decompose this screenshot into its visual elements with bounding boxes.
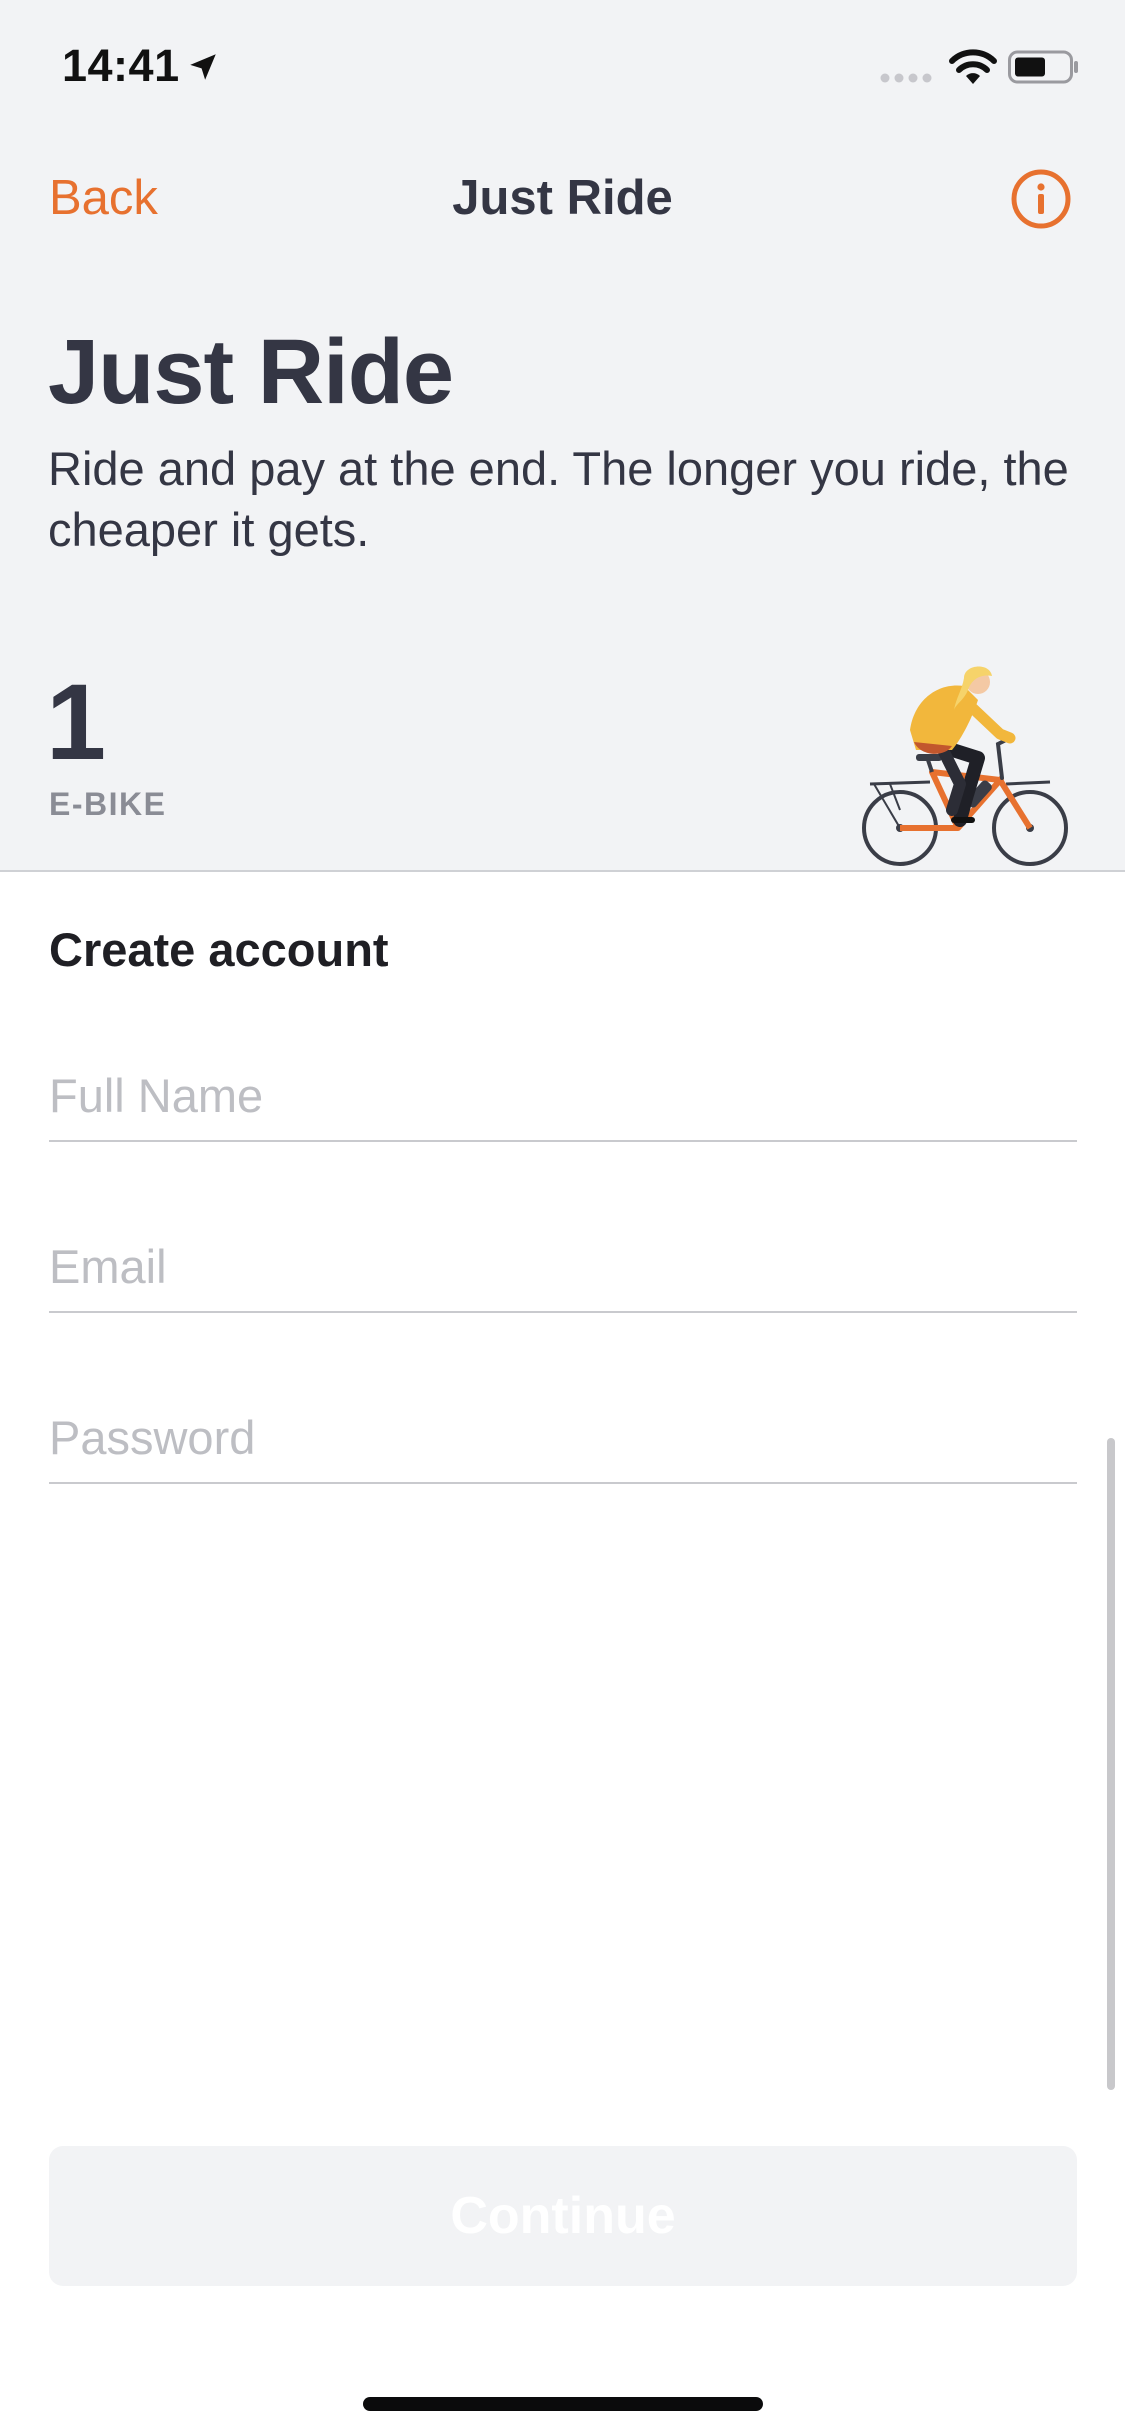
password-input[interactable] <box>49 1392 1077 1482</box>
cellular-signal-icon <box>880 73 932 83</box>
vehicle-count: 1 <box>46 661 107 782</box>
wifi-icon <box>949 49 997 84</box>
header-panel: 14:41 Just Ride Back Just Ride Ride and … <box>0 0 1125 872</box>
home-indicator <box>363 2397 763 2411</box>
password-field <box>49 1392 1077 1484</box>
nav-title: Just Ride <box>452 171 673 225</box>
back-button[interactable]: Back <box>49 170 158 226</box>
continue-button[interactable]: Continue <box>49 2146 1077 2286</box>
battery-icon <box>1008 50 1078 84</box>
screen: 14:41 Just Ride Back Just Ride Ride and … <box>0 0 1125 2436</box>
status-time: 14:41 <box>62 40 180 91</box>
full-name-input[interactable] <box>49 1050 1077 1140</box>
create-account-title: Create account <box>49 923 389 976</box>
vehicle-type-label: E-BIKE <box>49 786 167 822</box>
email-input[interactable] <box>49 1221 1077 1311</box>
location-arrow-icon <box>190 54 216 80</box>
page-subtitle: Ride and pay at the end. The longer you … <box>48 442 1069 556</box>
page-title: Just Ride <box>48 321 454 423</box>
scrollbar[interactable] <box>1107 1438 1115 2090</box>
bike-rider-illustration <box>862 666 1068 866</box>
email-field <box>49 1221 1077 1313</box>
info-icon[interactable] <box>1010 168 1072 230</box>
full-name-field <box>49 1050 1077 1142</box>
